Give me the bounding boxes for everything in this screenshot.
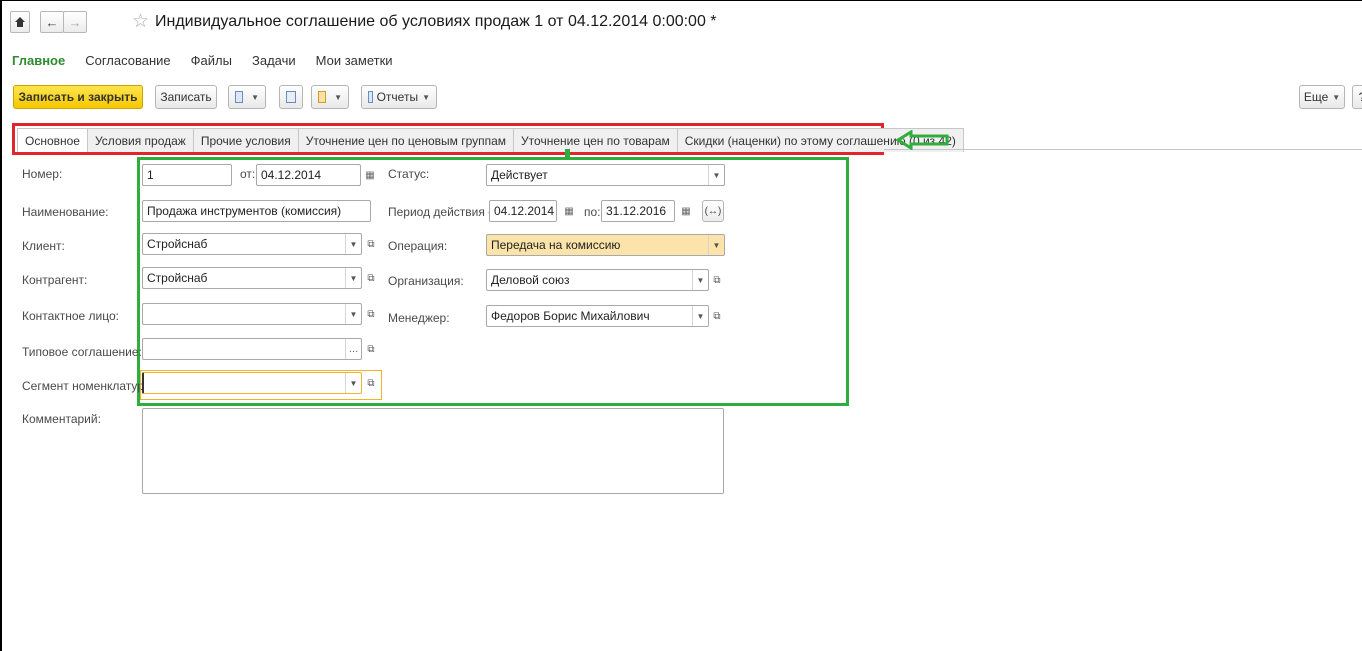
open-icon[interactable]: ⧉ — [364, 233, 378, 255]
date-field[interactable]: 04.12.2014 — [256, 164, 361, 186]
list-icon — [286, 91, 296, 103]
segment-focus-frame — [140, 370, 382, 400]
tab-main[interactable]: Основное — [17, 128, 88, 152]
operation-field[interactable]: Передача на комиссию ▼ — [486, 234, 725, 256]
more-label: Еще — [1303, 90, 1329, 104]
open-icon[interactable]: ⧉ — [710, 269, 724, 291]
chevron-down-icon[interactable]: ▼ — [345, 268, 361, 288]
arrow-right-icon: → — [68, 14, 82, 30]
period-select-button[interactable]: (↔) — [702, 200, 724, 222]
open-icon[interactable]: ⧉ — [710, 305, 724, 327]
date-value: 04.12.2014 — [261, 168, 322, 182]
manager-label: Менеджер: — [388, 311, 450, 325]
tab-price-items[interactable]: Уточнение цен по товарам — [513, 128, 678, 152]
tab-price-groups[interactable]: Уточнение цен по ценовым группам — [297, 128, 515, 152]
calendar-icon[interactable]: ▦ — [679, 200, 693, 222]
select-icon[interactable]: … — [345, 339, 361, 359]
status-label: Статус: — [388, 167, 430, 181]
organization-label: Организация: — [388, 274, 464, 288]
client-value: Стройснаб — [147, 237, 208, 251]
period-from-field[interactable]: 04.12.2014 — [489, 200, 557, 222]
segment-label: Сегмент номенклатуры: — [22, 379, 156, 393]
status-field[interactable]: Действует ▼ — [486, 164, 725, 186]
contact-field[interactable]: ▼ — [142, 303, 362, 325]
forward-button[interactable]: → — [63, 11, 87, 33]
chevron-down-icon: ▼ — [334, 92, 342, 102]
period-label: Период действия с: — [388, 205, 498, 219]
typical-agreement-label: Типовое соглашение: — [22, 345, 142, 359]
open-icon[interactable]: ⧉ — [364, 338, 378, 360]
typical-agreement-field[interactable]: … — [142, 338, 362, 360]
period-to-label: по: — [584, 205, 601, 219]
operation-label: Операция: — [388, 239, 448, 253]
chevron-down-icon[interactable]: ▼ — [708, 165, 724, 185]
comment-field[interactable] — [142, 408, 724, 494]
section-approval[interactable]: Согласование — [85, 53, 170, 68]
client-label: Клиент: — [22, 239, 65, 253]
chevron-down-icon: ▼ — [422, 92, 430, 102]
section-tasks[interactable]: Задачи — [252, 53, 296, 68]
number-label: Номер: — [22, 167, 63, 181]
section-main[interactable]: Главное — [12, 53, 65, 68]
manager-value: Федоров Борис Михайлович — [491, 309, 650, 323]
comment-label: Комментарий: — [22, 412, 101, 426]
date-from-label: от: — [240, 167, 256, 181]
chevron-down-icon[interactable]: ▼ — [708, 235, 724, 255]
number-field[interactable]: 1 — [142, 164, 232, 186]
based-on-button[interactable]: ▼ — [228, 85, 266, 109]
print-icon — [318, 91, 327, 103]
tab-bar: Основное Условия продаж Прочие условия У… — [12, 123, 964, 155]
name-label: Наименование: — [22, 205, 109, 219]
window-title: Индивидуальное соглашение об условиях пр… — [155, 13, 717, 30]
tab-underline — [884, 149, 1362, 150]
chevron-down-icon: ▼ — [251, 92, 259, 102]
operation-value: Передача на комиссию — [491, 238, 621, 252]
section-nav: Главное Согласование Файлы Задачи Мои за… — [12, 53, 393, 68]
counterparty-label: Контрагент: — [22, 273, 88, 287]
chevron-down-icon[interactable]: ▼ — [345, 234, 361, 254]
name-field[interactable]: Продажа инструментов (комиссия) — [142, 200, 371, 222]
calendar-icon[interactable]: ▦ — [562, 200, 576, 222]
counterparty-value: Стройснаб — [147, 271, 208, 285]
save-button[interactable]: Записать — [155, 85, 217, 109]
counterparty-field[interactable]: Стройснаб ▼ — [142, 267, 362, 289]
create-based-icon — [235, 91, 244, 103]
more-button[interactable]: Еще ▼ — [1299, 85, 1345, 109]
manager-field[interactable]: Федоров Борис Михайлович ▼ — [486, 305, 709, 327]
star-icon[interactable]: ☆ — [132, 10, 149, 33]
tab-sales-terms[interactable]: Условия продаж — [86, 128, 194, 152]
organization-field[interactable]: Деловой союз ▼ — [486, 269, 709, 291]
reports-label: Отчеты — [376, 90, 419, 104]
home-icon — [15, 17, 25, 27]
status-value: Действует — [491, 168, 548, 182]
report-icon — [368, 91, 373, 103]
section-files[interactable]: Файлы — [191, 53, 232, 68]
home-button[interactable] — [10, 11, 30, 33]
open-icon[interactable]: ⧉ — [364, 303, 378, 325]
save-and-close-button[interactable]: Записать и закрыть — [13, 85, 143, 109]
open-icon[interactable]: ⧉ — [364, 267, 378, 289]
chevron-down-icon[interactable]: ▼ — [692, 306, 708, 326]
client-field[interactable]: Стройснаб ▼ — [142, 233, 362, 255]
tab-other-terms[interactable]: Прочие условия — [192, 128, 299, 152]
period-to-field[interactable]: 31.12.2016 — [601, 200, 675, 222]
chevron-down-icon[interactable]: ▼ — [345, 304, 361, 324]
print-button[interactable]: ▼ — [311, 85, 349, 109]
organization-value: Деловой союз — [491, 273, 570, 287]
calendar-icon[interactable]: ▦ — [363, 164, 377, 186]
section-notes[interactable]: Мои заметки — [316, 53, 393, 68]
contact-label: Контактное лицо: — [22, 309, 119, 323]
reports-button[interactable]: Отчеты ▼ — [361, 85, 437, 109]
chevron-down-icon[interactable]: ▼ — [692, 270, 708, 290]
help-button[interactable]: ? — [1352, 85, 1362, 109]
chevron-down-icon: ▼ — [1332, 92, 1341, 102]
back-button[interactable]: ← — [40, 11, 64, 33]
arrow-left-icon: ← — [45, 14, 59, 30]
journal-button[interactable] — [279, 85, 303, 109]
arrow-left-icon — [895, 130, 949, 150]
